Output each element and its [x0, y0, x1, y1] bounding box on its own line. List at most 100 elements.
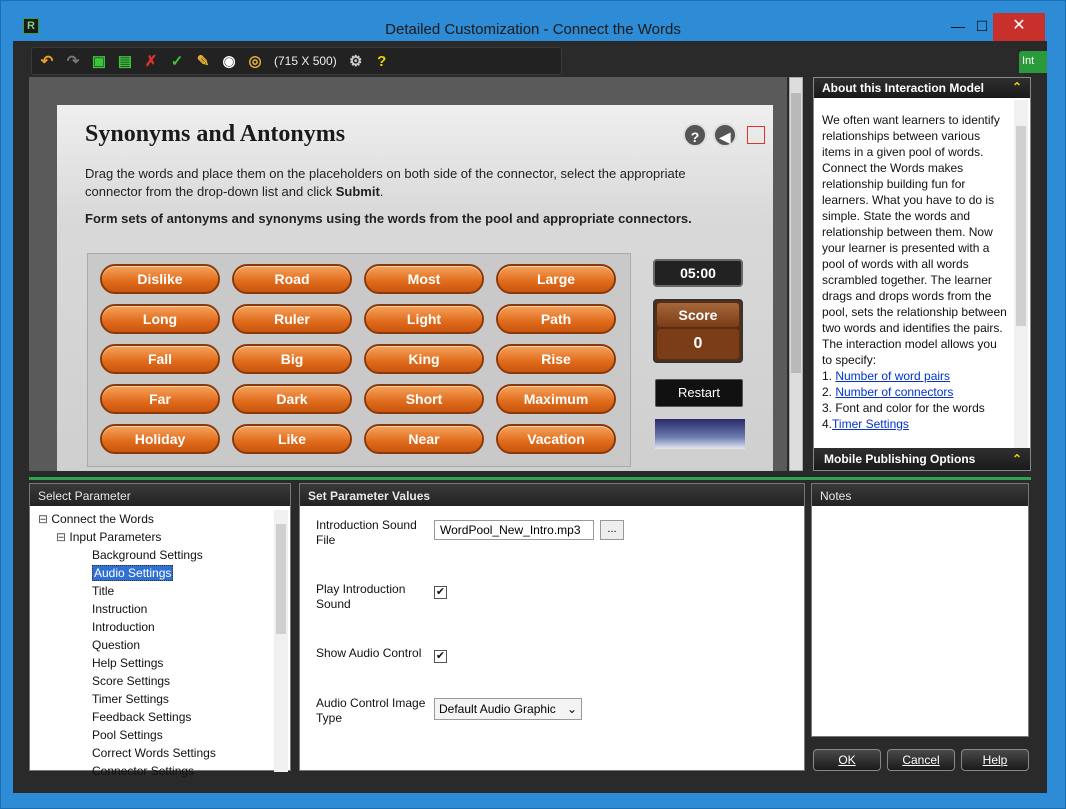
- word-tile[interactable]: Vacation: [496, 424, 616, 454]
- intro-sound-input[interactable]: WordPool_New_Intro.mp3: [434, 520, 594, 540]
- tree-item[interactable]: Feedback Settings: [34, 708, 216, 726]
- browse-button[interactable]: ...: [600, 520, 624, 540]
- about-list-link[interactable]: Timer Settings: [832, 417, 909, 431]
- word-tile[interactable]: Light: [364, 304, 484, 334]
- ok-button[interactable]: OK: [813, 749, 881, 771]
- tree-item[interactable]: Background Settings: [34, 546, 216, 564]
- collapse-chevron-icon[interactable]: ⌃: [1012, 80, 1022, 94]
- about-description: We often want learners to identify relat…: [822, 113, 1007, 367]
- gear-icon[interactable]: ⚙: [345, 50, 367, 72]
- about-list-number: 2.: [822, 385, 836, 399]
- about-panel: About this Interaction Model ⌃ We often w…: [813, 77, 1031, 471]
- play-intro-label: Play Introduction Sound: [316, 582, 406, 611]
- audio-image-select[interactable]: Default Audio Graphic ⌄: [434, 698, 582, 720]
- minimize-button[interactable]: —: [945, 13, 971, 41]
- instruction-text: Drag the words and place them on the pla…: [85, 166, 686, 199]
- question-text: Form sets of antonyms and synonyms using…: [85, 211, 692, 226]
- about-list-number: 4.: [822, 417, 833, 431]
- close-box-icon[interactable]: [747, 126, 765, 144]
- notes-textarea[interactable]: [814, 508, 1026, 734]
- word-tile[interactable]: Like: [232, 424, 352, 454]
- tree-item[interactable]: Pool Settings: [34, 726, 216, 744]
- about-list-item: 3. Font and color for the words: [822, 400, 1008, 416]
- save-icon[interactable]: ▣: [88, 50, 110, 72]
- word-tile[interactable]: Far: [100, 384, 220, 414]
- word-tile[interactable]: Rise: [496, 344, 616, 374]
- tree-node-label: Instruction: [92, 602, 148, 616]
- restart-button[interactable]: Restart: [655, 379, 743, 407]
- about-header[interactable]: About this Interaction Model ⌃: [814, 78, 1030, 98]
- about-list-link[interactable]: Number of word pairs: [835, 369, 950, 383]
- tree-group[interactable]: ⊟ Input Parameters: [34, 528, 216, 546]
- timer-display: 05:00: [653, 259, 743, 287]
- expand-chevron-icon[interactable]: ⌃: [1012, 452, 1022, 466]
- about-scroll-thumb[interactable]: [1016, 126, 1026, 326]
- help-circle-icon[interactable]: ?: [683, 123, 707, 147]
- word-tile[interactable]: Holiday: [100, 424, 220, 454]
- word-tile[interactable]: Big: [232, 344, 352, 374]
- tree-item[interactable]: Correct Words Settings: [34, 744, 216, 762]
- preview-eye-icon[interactable]: ◉: [218, 50, 240, 72]
- tree-item[interactable]: Audio Settings: [34, 564, 216, 582]
- tree-item[interactable]: Title: [34, 582, 216, 600]
- target-icon[interactable]: ◎: [244, 50, 266, 72]
- word-tile[interactable]: Long: [100, 304, 220, 334]
- help-icon[interactable]: ?: [371, 50, 393, 72]
- undo-icon[interactable]: ↶: [36, 50, 58, 72]
- about-list-number: 3.: [822, 401, 836, 415]
- preview-scroll-thumb[interactable]: [791, 93, 801, 373]
- palette-icon[interactable]: ✎: [192, 50, 214, 72]
- about-list-item: 1. Number of word pairs: [822, 368, 1008, 384]
- redo-icon[interactable]: ↷: [62, 50, 84, 72]
- audio-icon[interactable]: ◀: [713, 123, 737, 147]
- maximize-button[interactable]: ☐: [971, 13, 993, 41]
- interaction-side-tab[interactable]: Int: [1019, 51, 1047, 73]
- stage-title: Synonyms and Antonyms: [85, 121, 346, 147]
- score-value: 0: [657, 329, 739, 359]
- tree-item[interactable]: Score Settings: [34, 672, 216, 690]
- spellcheck-icon[interactable]: ✓: [166, 50, 188, 72]
- show-audio-checkbox[interactable]: ✔: [434, 650, 447, 663]
- cancel-button[interactable]: Cancel: [887, 749, 955, 771]
- chevron-down-icon[interactable]: ⌄: [567, 702, 577, 716]
- tree-item[interactable]: Question: [34, 636, 216, 654]
- help-button[interactable]: Help: [961, 749, 1029, 771]
- tree-item[interactable]: Instruction: [34, 600, 216, 618]
- mobile-publishing-header[interactable]: Mobile Publishing Options ⌃: [814, 448, 1030, 470]
- tree-scroll-thumb[interactable]: [276, 524, 286, 634]
- word-tile[interactable]: Dislike: [100, 264, 220, 294]
- tree-item[interactable]: Introduction: [34, 618, 216, 636]
- play-intro-checkbox[interactable]: ✔: [434, 586, 447, 599]
- save-all-icon[interactable]: ▤: [114, 50, 136, 72]
- tree-node-label: Timer Settings: [92, 692, 169, 706]
- tree-toggle-icon[interactable]: ⊟: [38, 512, 51, 526]
- tree-node-label: Correct Words Settings: [92, 746, 216, 760]
- close-button[interactable]: ✕: [993, 13, 1045, 41]
- tree-node-label: Score Settings: [92, 674, 171, 688]
- select-parameter-panel: Select Parameter ⊟ Connect the Words ⊟ In…: [29, 483, 291, 778]
- word-tile[interactable]: Large: [496, 264, 616, 294]
- word-tile[interactable]: Near: [364, 424, 484, 454]
- tree-root[interactable]: ⊟ Connect the Words: [34, 510, 216, 528]
- word-tile[interactable]: Fall: [100, 344, 220, 374]
- word-tile[interactable]: Most: [364, 264, 484, 294]
- tree-node-label: Introduction: [92, 620, 155, 634]
- word-tile[interactable]: Dark: [232, 384, 352, 414]
- word-tile[interactable]: Short: [364, 384, 484, 414]
- parameter-tree: ⊟ Connect the Words ⊟ Input Parameters Bac…: [34, 510, 216, 780]
- word-tile[interactable]: Maximum: [496, 384, 616, 414]
- intro-sound-label: Introduction Sound File: [316, 518, 417, 547]
- score-box: Score 0: [653, 299, 743, 363]
- delete-icon[interactable]: ✗: [140, 50, 162, 72]
- tree-item[interactable]: Timer Settings: [34, 690, 216, 708]
- about-list-link[interactable]: Number of connectors: [835, 385, 953, 399]
- horizontal-splitter[interactable]: [29, 477, 1031, 480]
- tree-item[interactable]: Help Settings: [34, 654, 216, 672]
- tree-toggle-icon[interactable]: ⊟: [56, 530, 69, 544]
- word-tile[interactable]: Road: [232, 264, 352, 294]
- preview-area: Synonyms and Antonyms ? ◀ Drag the words…: [29, 77, 787, 471]
- word-tile[interactable]: King: [364, 344, 484, 374]
- word-tile[interactable]: Path: [496, 304, 616, 334]
- word-tile[interactable]: Ruler: [232, 304, 352, 334]
- tree-item[interactable]: Connector Settings: [34, 762, 216, 780]
